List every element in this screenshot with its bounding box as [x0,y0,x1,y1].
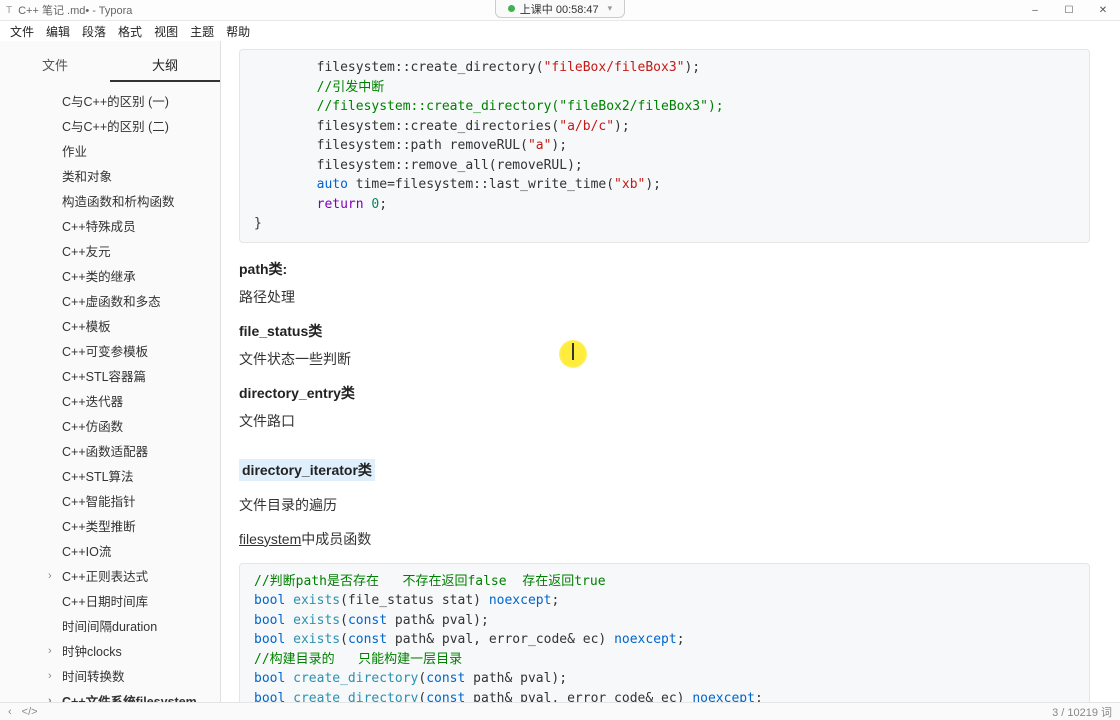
text-directory-entry-desc[interactable]: 文件路口 [239,411,1090,431]
menu-file[interactable]: 文件 [4,21,40,42]
menu-paragraph[interactable]: 段落 [76,21,112,42]
outline-item[interactable]: C++STL容器篇 [8,365,220,390]
maximize-button[interactable]: ☐ [1052,0,1086,21]
word-count[interactable]: 3 / 10219 词 [1052,704,1112,720]
app-icon: T [6,5,12,16]
menu-bar: 文件 编辑 段落 格式 视图 主题 帮助 [0,21,1120,41]
outline-item[interactable]: 构造函数和析构函数 [8,190,220,215]
outline-item[interactable]: C++IO流 [8,540,220,565]
close-button[interactable]: ✕ [1086,0,1120,21]
text-filesystem-members[interactable]: filesystem中成员函数 [239,529,1090,549]
outline-item[interactable]: 时钟clocks [8,640,220,665]
editor[interactable]: filesystem::create_directory("fileBox/fi… [221,41,1120,702]
menu-format[interactable]: 格式 [112,21,148,42]
code-block-1[interactable]: filesystem::create_directory("fileBox/fi… [239,49,1090,243]
recording-indicator[interactable]: 上课中 00:58:47 ▾ [495,0,625,18]
chevron-down-icon[interactable]: ▾ [608,3,613,14]
outline-list[interactable]: C与C++的区别 (一)C与C++的区别 (二)作业类和对象构造函数和析构函数C… [0,82,220,702]
tab-files[interactable]: 文件 [0,49,110,82]
outline-item[interactable]: C++正则表达式 [8,565,220,590]
nav-back-icon[interactable]: ‹ [8,706,12,718]
text-path-desc[interactable]: 路径处理 [239,287,1090,307]
outline-item[interactable]: C++类型推断 [8,515,220,540]
text-directory-iterator-desc[interactable]: 文件目录的遍历 [239,495,1090,515]
outline-item[interactable]: 时间间隔duration [8,615,220,640]
status-bar: ‹ </> 3 / 10219 词 [0,702,1120,720]
menu-theme[interactable]: 主题 [184,21,220,42]
outline-item[interactable]: C++友元 [8,240,220,265]
outline-item[interactable]: C++函数适配器 [8,440,220,465]
menu-edit[interactable]: 编辑 [40,21,76,42]
text-file-status-desc[interactable]: 文件状态一些判断 [239,349,1090,369]
recording-dot-icon [508,5,515,12]
heading-path[interactable]: path类: [239,259,1090,279]
sidebar: 文件 大纲 C与C++的区别 (一)C与C++的区别 (二)作业类和对象构造函数… [0,41,221,702]
heading-directory-entry[interactable]: directory_entry类 [239,383,1090,403]
recording-time: 上课中 00:58:47 [520,1,599,17]
outline-item[interactable]: 类和对象 [8,165,220,190]
source-mode-icon[interactable]: </> [22,706,38,718]
tab-outline[interactable]: 大纲 [110,49,220,82]
window-title: C++ 笔记 .md• - Typora [18,2,132,18]
heading-file-status[interactable]: file_status类 [239,321,1090,341]
outline-item[interactable]: C++文件系统filesystem [8,690,220,702]
menu-view[interactable]: 视图 [148,21,184,42]
outline-item[interactable]: C++迭代器 [8,390,220,415]
outline-item[interactable]: C++智能指针 [8,490,220,515]
minimize-button[interactable]: – [1018,0,1052,21]
outline-item[interactable]: C++仿函数 [8,415,220,440]
heading-directory-iterator[interactable]: directory_iterator类 [239,459,375,481]
menu-help[interactable]: 帮助 [220,21,256,42]
code-block-2[interactable]: //判断path是否存在 不存在返回false 存在返回true bool ex… [239,563,1090,703]
outline-item[interactable]: C++STL算法 [8,465,220,490]
outline-item[interactable]: C++类的继承 [8,265,220,290]
outline-item[interactable]: C与C++的区别 (一) [8,90,220,115]
outline-item[interactable]: C++虚函数和多态 [8,290,220,315]
outline-item[interactable]: C++可变参模板 [8,340,220,365]
outline-item[interactable]: 时间转换数 [8,665,220,690]
outline-item[interactable]: C++模板 [8,315,220,340]
window-controls: – ☐ ✕ [1018,0,1120,21]
outline-item[interactable]: C++特殊成员 [8,215,220,240]
outline-item[interactable]: C与C++的区别 (二) [8,115,220,140]
outline-item[interactable]: C++日期时间库 [8,590,220,615]
outline-item[interactable]: 作业 [8,140,220,165]
